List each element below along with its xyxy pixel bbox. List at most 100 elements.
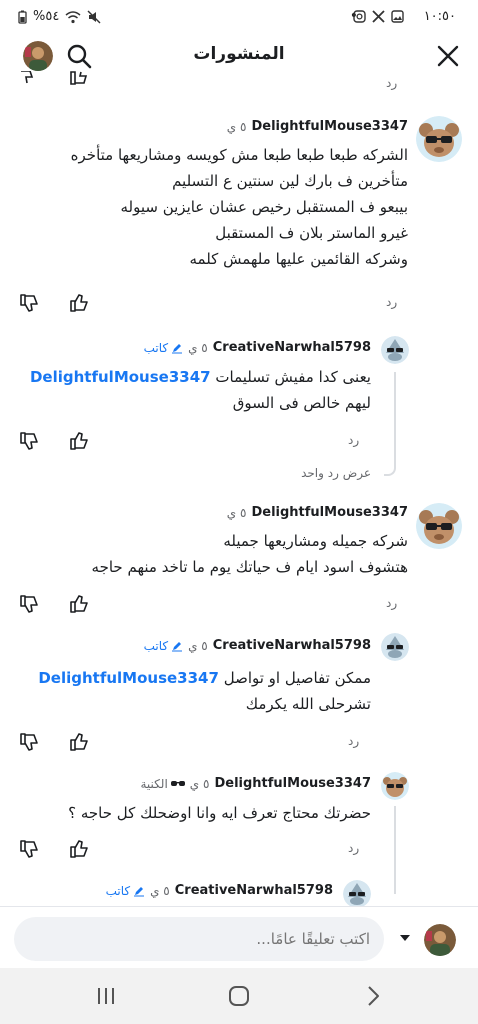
comment-text: ممكن تفاصيل او تواصل: [223, 669, 371, 687]
author-badge: كاتب: [144, 639, 184, 653]
dislike-icon[interactable]: [19, 594, 39, 614]
x-icon: [371, 9, 385, 23]
mention-link[interactable]: DelightfulMouse3347: [30, 368, 211, 386]
system-nav-bar: [0, 968, 478, 1024]
profile-avatar[interactable]: [23, 41, 53, 71]
author-badge-label: كاتب: [105, 883, 131, 898]
comment-input[interactable]: [14, 917, 384, 961]
username[interactable]: CreativeNarwhal5798: [213, 638, 371, 653]
composer-avatar[interactable]: [424, 924, 456, 956]
alias-badge: الكنية: [141, 777, 185, 791]
comment-body: ممكن تفاصيل او تواصل DelightfulMouse3347…: [11, 665, 371, 717]
comment-line: الشركه طبعا طبعا طبعا مش كويسه ومشاريعها…: [70, 146, 408, 164]
comment-actions: رد: [0, 71, 478, 95]
comment-meta: DelightfulMouse3347 ٥ ي: [227, 505, 408, 520]
user-avatar[interactable]: [416, 503, 462, 549]
username[interactable]: DelightfulMouse3347: [251, 505, 408, 520]
comment-line: ليهم خالص فى السوق: [232, 394, 371, 412]
close-button[interactable]: [434, 42, 462, 70]
comment-body: حضرتك محتاج تعرف ايه وانا اوضحلك كل حاجه…: [11, 800, 371, 826]
comment-actions: رد: [0, 430, 478, 452]
mention-link[interactable]: DelightfulMouse3347: [38, 669, 219, 687]
reply-button[interactable]: رد: [348, 841, 359, 855]
comment-line: وشركه القائمين عليها ملهمش كلمه: [189, 250, 409, 268]
status-left: %٥٤: [18, 9, 101, 24]
user-avatar[interactable]: [381, 336, 409, 364]
dislike-icon[interactable]: [19, 71, 39, 91]
username[interactable]: DelightfulMouse3347: [214, 776, 371, 791]
like-icon[interactable]: [69, 293, 89, 313]
close-icon: [437, 45, 459, 67]
comment-meta: CreativeNarwhal5798 ٥ ي كاتب: [144, 340, 371, 355]
comment-meta: DelightfulMouse3347 ٥ ي: [227, 119, 408, 134]
comment-body: الشركه طبعا طبعا طبعا مش كويسه ومشاريعها…: [8, 142, 408, 272]
dislike-icon[interactable]: [19, 431, 39, 451]
reply-button[interactable]: رد: [348, 734, 359, 748]
author-badge: كاتب: [106, 884, 146, 898]
alias-badge-label: الكنية: [140, 776, 168, 791]
header: المنشورات: [0, 36, 478, 76]
comment-line: هتشوف اسود ايام ف حياتك يوم ما تاخد منهم…: [91, 558, 408, 576]
like-icon[interactable]: [69, 71, 89, 91]
comment-line: يعنى كدا مفيش تسليمات DelightfulMouse334…: [11, 364, 371, 390]
username[interactable]: CreativeNarwhal5798: [213, 340, 371, 355]
username[interactable]: DelightfulMouse3347: [251, 119, 408, 134]
thread-line: [384, 372, 396, 476]
instagram-icon: [352, 9, 366, 23]
pencil-icon: [172, 641, 183, 651]
comment-body: يعنى كدا مفيش تسليمات DelightfulMouse334…: [11, 364, 371, 416]
comment-actions: رد: [0, 593, 478, 615]
pencil-icon: [172, 343, 183, 353]
comment-meta: DelightfulMouse3347 ٥ ي الكنية: [141, 776, 372, 791]
battery-percent: %٥٤: [33, 9, 60, 24]
comment-composer: [0, 906, 478, 968]
dislike-icon[interactable]: [19, 732, 39, 752]
view-replies-link[interactable]: عرض رد واحد: [301, 466, 371, 480]
timestamp: ٥ ي: [188, 638, 208, 653]
author-badge-label: كاتب: [143, 340, 169, 355]
mute-icon: [87, 10, 101, 24]
like-icon[interactable]: [69, 839, 89, 859]
username[interactable]: CreativeNarwhal5798: [175, 883, 333, 898]
comment-line: حضرتك محتاج تعرف ايه وانا اوضحلك كل حاجه…: [68, 804, 371, 822]
comment-actions: رد: [0, 292, 478, 314]
search-button[interactable]: [65, 42, 93, 70]
comment-line: ممكن تفاصيل او تواصل DelightfulMouse3347: [11, 665, 371, 691]
sunglasses-icon: [170, 780, 185, 786]
reply-button[interactable]: رد: [386, 295, 397, 309]
pencil-icon: [134, 886, 145, 896]
user-avatar[interactable]: [381, 772, 409, 800]
gallery-icon: [390, 9, 404, 23]
comment-line: غيرو الماستر بلان ف المستقبل: [215, 224, 408, 242]
back-icon[interactable]: [361, 984, 385, 1008]
comment-line: متأخرين ف بارك لين سنتين ع التسليم: [172, 172, 408, 190]
caret-down-icon[interactable]: [398, 931, 412, 945]
timestamp: ٥ ي: [226, 505, 247, 520]
user-avatar[interactable]: [343, 880, 371, 908]
timestamp: ٥ ي: [226, 119, 247, 134]
reply-button[interactable]: رد: [348, 433, 359, 447]
user-avatar[interactable]: [381, 633, 409, 661]
reply-button[interactable]: رد: [386, 596, 397, 610]
search-icon: [67, 44, 92, 69]
like-icon[interactable]: [69, 732, 89, 752]
status-app-icons: [352, 9, 404, 23]
user-avatar[interactable]: [416, 116, 462, 162]
comment-actions: رد: [0, 731, 478, 753]
comment-meta: CreativeNarwhal5798 ٥ ي كاتب: [144, 638, 371, 653]
recent-apps-icon[interactable]: [94, 984, 118, 1008]
comment-line: بيبعو ف المستقبل رخيص عشان عايزين سيوله: [120, 198, 408, 216]
comment-text: يعنى كدا مفيش تسليمات: [215, 368, 371, 386]
dislike-icon[interactable]: [19, 293, 39, 313]
like-icon[interactable]: [69, 594, 89, 614]
comment-meta: CreativeNarwhal5798 ٥ ي كاتب: [106, 883, 333, 898]
reply-button[interactable]: رد: [386, 76, 397, 90]
timestamp: ٥ ي: [188, 340, 208, 355]
timestamp: ٥ ي: [150, 883, 170, 898]
timestamp: ٥ ي: [189, 776, 210, 791]
dislike-icon[interactable]: [19, 839, 39, 859]
author-badge-label: كاتب: [143, 638, 169, 653]
wifi-icon: [65, 10, 81, 24]
like-icon[interactable]: [69, 431, 89, 451]
home-icon[interactable]: [227, 984, 251, 1008]
